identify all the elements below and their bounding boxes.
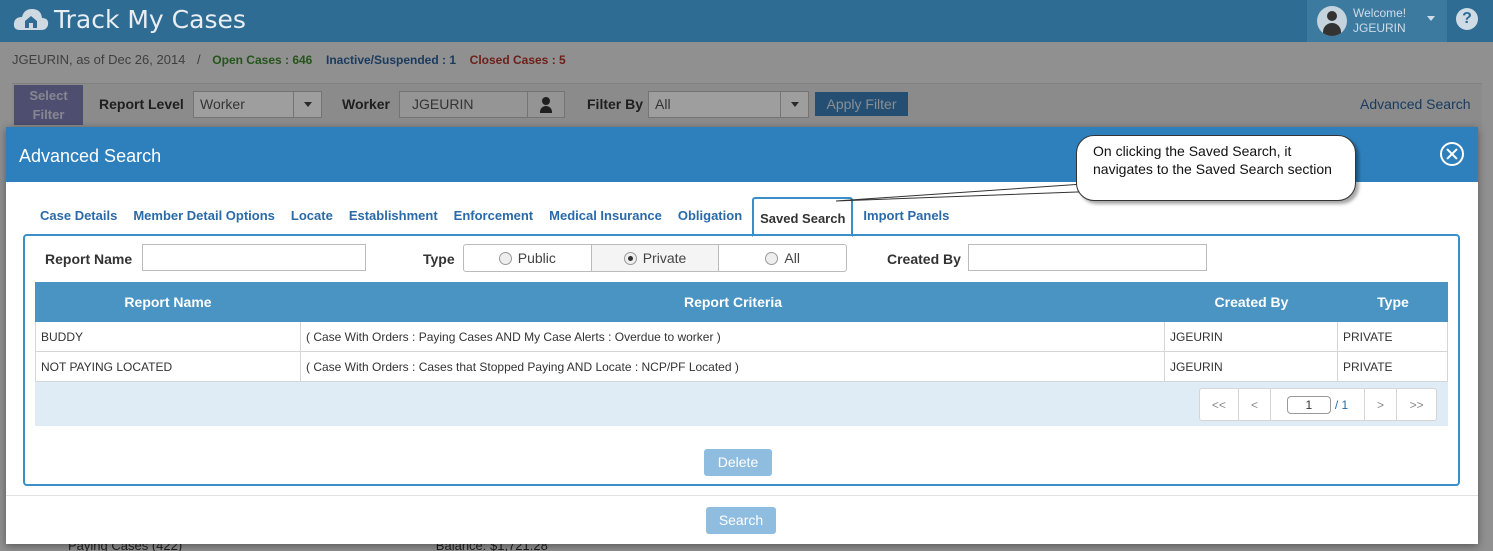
search-tabs: Case Details Member Detail Options Locat… — [32, 195, 957, 237]
tab-import-panels[interactable]: Import Panels — [855, 208, 957, 235]
column-header[interactable]: Created By — [1165, 282, 1338, 322]
table-row[interactable]: NOT PAYING LOCATED ( Case With Orders : … — [35, 352, 1448, 382]
modal-title: Advanced Search — [19, 146, 162, 166]
created-by-input[interactable] — [968, 244, 1207, 271]
page-number-input[interactable]: 1 — [1286, 395, 1331, 414]
user-menu[interactable]: Welcome! JGEURIN — [1307, 0, 1447, 42]
saved-search-panel: Report Name Type Public Private All Crea… — [23, 234, 1460, 486]
radio-icon — [765, 251, 779, 265]
type-label: Type — [423, 251, 455, 267]
tab-medical-insurance[interactable]: Medical Insurance — [541, 208, 670, 235]
type-option-public[interactable]: Public — [464, 245, 592, 271]
search-button[interactable]: Search — [706, 507, 776, 534]
tab-locate[interactable]: Locate — [283, 208, 341, 235]
table-row[interactable]: BUDDY ( Case With Orders : Paying Cases … — [35, 322, 1448, 352]
table-cell: PRIVATE — [1338, 352, 1448, 381]
table-cell: BUDDY — [35, 322, 301, 351]
annotation-callout: On clicking the Saved Search, it navigat… — [1076, 135, 1356, 201]
delete-button[interactable]: Delete — [704, 449, 772, 476]
type-radio-group: Public Private All — [463, 244, 847, 272]
created-by-label: Created By — [887, 251, 961, 267]
pagination: << < 1 / 1 > >> — [1199, 388, 1437, 421]
column-header[interactable]: Report Name — [35, 282, 301, 322]
saved-search-table: Report Name Report Criteria Created By T… — [35, 282, 1448, 426]
callout-text: On clicking the Saved Search, it navigat… — [1093, 143, 1332, 177]
tab-enforcement[interactable]: Enforcement — [446, 208, 541, 235]
chevron-down-icon — [1427, 16, 1435, 21]
radio-icon — [498, 251, 512, 265]
type-option-all[interactable]: All — [719, 245, 846, 271]
table-cell: ( Case With Orders : Paying Cases AND My… — [301, 322, 1165, 351]
tab-establishment[interactable]: Establishment — [341, 208, 446, 235]
tab-obligation[interactable]: Obligation — [670, 208, 750, 235]
first-page-button[interactable]: << — [1200, 389, 1239, 420]
cloud-house-icon — [13, 8, 49, 30]
divider — [6, 495, 1478, 496]
help-icon[interactable]: ? — [1456, 8, 1478, 30]
table-cell: JGEURIN — [1165, 322, 1338, 351]
page-indicator: 1 / 1 — [1271, 389, 1365, 420]
table-cell: JGEURIN — [1165, 352, 1338, 381]
tab-case-details[interactable]: Case Details — [32, 208, 125, 235]
avatar — [1317, 6, 1347, 36]
tab-saved-search[interactable]: Saved Search — [752, 197, 854, 237]
type-option-private[interactable]: Private — [591, 245, 720, 271]
table-cell: ( Case With Orders : Cases that Stopped … — [301, 352, 1165, 381]
next-page-button[interactable]: > — [1365, 389, 1398, 420]
report-name-label: Report Name — [45, 251, 133, 267]
app-logo: Track My Cases — [12, 5, 246, 34]
user-name: JGEURIN — [1353, 21, 1406, 35]
app-header: Track My Cases Welcome! JGEURIN ? — [0, 0, 1493, 42]
last-page-button[interactable]: >> — [1397, 389, 1436, 420]
page-total: / 1 — [1334, 397, 1349, 412]
radio-checked-icon — [623, 251, 637, 265]
app-title: Track My Cases — [54, 5, 246, 34]
close-icon[interactable] — [1440, 142, 1464, 166]
tab-member-detail-options[interactable]: Member Detail Options — [125, 208, 283, 235]
table-footer: << < 1 / 1 > >> — [35, 382, 1448, 426]
welcome-text: Welcome! — [1353, 6, 1407, 20]
column-header[interactable]: Report Criteria — [301, 282, 1165, 322]
table-header: Report Name Report Criteria Created By T… — [35, 282, 1448, 322]
prev-page-button[interactable]: < — [1239, 389, 1272, 420]
table-cell: NOT PAYING LOCATED — [35, 352, 301, 381]
table-cell: PRIVATE — [1338, 322, 1448, 351]
report-name-input[interactable] — [142, 244, 366, 271]
column-header[interactable]: Type — [1338, 282, 1448, 322]
